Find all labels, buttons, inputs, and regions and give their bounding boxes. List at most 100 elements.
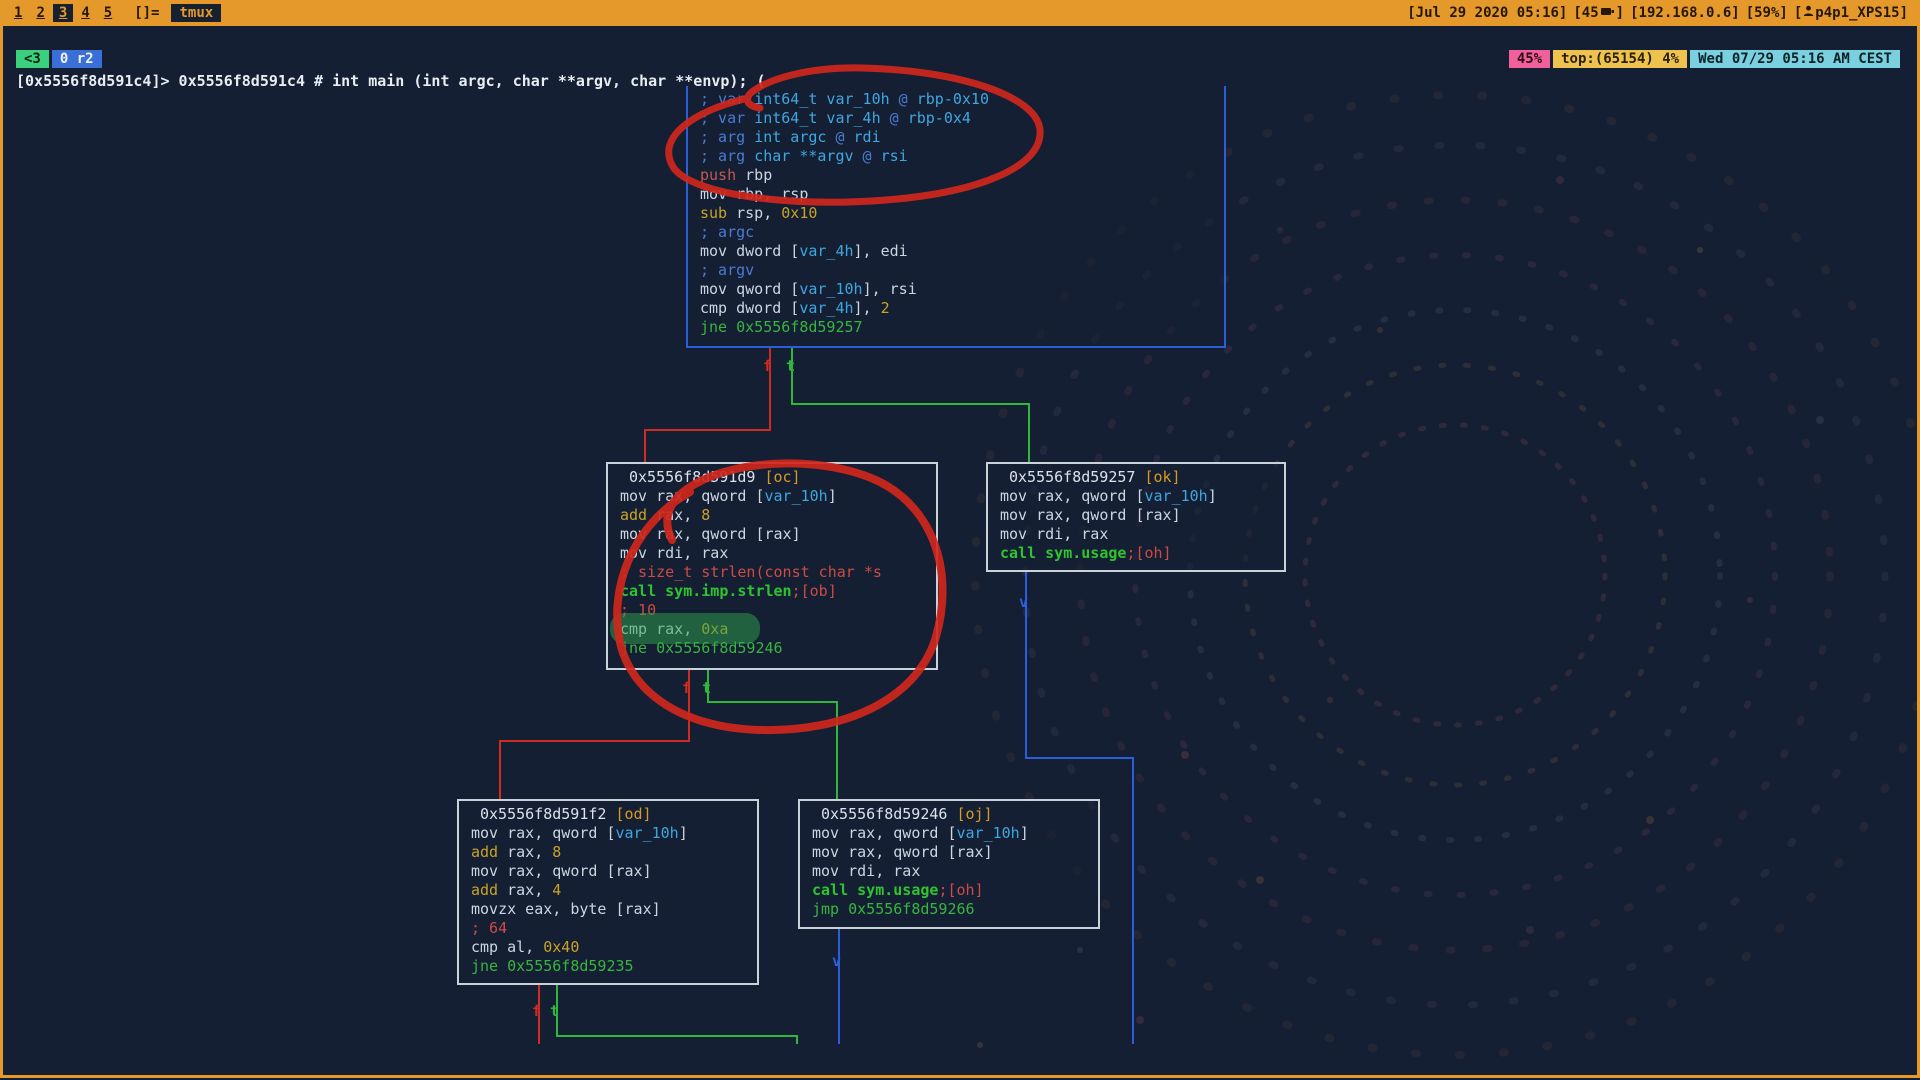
asm-line: mov rdi, rax (1000, 525, 1284, 544)
edge-oc-f (500, 670, 689, 799)
asm-line: mov rdi, rax (620, 544, 936, 563)
asm-line: jmp 0x5556f8d59266 (812, 900, 1098, 919)
tmux-session-name: tmux (171, 4, 221, 22)
asm-line: call sym.usage;[oh] (1000, 544, 1284, 563)
asm-line: jne 0x5556f8d59246 (620, 639, 936, 658)
tmux-layout-indicator: []= (134, 5, 159, 21)
tmux-window-2[interactable]: 2 (30, 4, 50, 22)
tmux-window-3[interactable]: 3 (53, 4, 73, 22)
status-segment: top:(65154) 4% (1553, 50, 1687, 68)
asm-line: ; arg char **argv @ rsi (700, 147, 1224, 166)
status-left: <30 r2 (16, 50, 102, 68)
asm-line: mov rbp, rsp (700, 185, 1224, 204)
wallpaper-pattern (0, 0, 1920, 1080)
asm-line: jne 0x5556f8d59235 (471, 957, 757, 976)
tmux-ip: [192.168.0.6] (1630, 5, 1740, 21)
battery-text: [45 (1573, 5, 1598, 21)
battery-text-close: ] (1616, 5, 1624, 21)
graph-edges: ftftvftv (0, 0, 1920, 1080)
tmux-window-1[interactable]: 1 (8, 4, 28, 22)
asm-line: call sym.imp.strlen;[ob] (620, 582, 936, 601)
status-segment: <3 (16, 50, 49, 68)
edge-od-t (557, 985, 797, 1044)
annotation-layer (0, 0, 1920, 1080)
edge-oc-t (708, 670, 837, 799)
asm-line: ; var int64_t var_4h @ rbp-0x4 (700, 109, 1224, 128)
edge-label-t: t (786, 357, 795, 375)
asm-line: mov rdi, rax (812, 862, 1098, 881)
terminal-border (0, 26, 1920, 1078)
asm-line: mov rax, qword [var_10h] (471, 824, 757, 843)
asm-line: mov rax, qword [rax] (1000, 506, 1284, 525)
asm-line: push rbp (700, 166, 1224, 185)
r2-status-bar: <30 r2 45%top:(65154) 4%Wed 07/29 05:16 … (16, 48, 1900, 70)
block-header: 0x5556f8d59246 [oj] (821, 805, 1098, 824)
status-segment: Wed 07/29 05:16 AM CEST (1690, 50, 1900, 68)
edge-label-t: t (550, 1002, 559, 1020)
edge-label-f: f (532, 1002, 541, 1020)
asm-line: mov rax, qword [var_10h] (620, 487, 936, 506)
tmux-clock: [Jul 29 2020 05:16] (1407, 5, 1567, 21)
asm-line: mov rax, qword [var_10h] (1000, 487, 1284, 506)
block-header: 0x5556f8d591f2 [od] (480, 805, 757, 824)
block-oc: 0x5556f8d591d9 [oc]mov rax, qword [var_1… (606, 462, 938, 670)
edge-label-v: v (1019, 593, 1028, 611)
asm-line: cmp rax, 0xa (620, 620, 936, 639)
tmux-battery: [45 ] (1573, 5, 1624, 21)
asm-line: sub rsp, 0x10 (700, 204, 1224, 223)
block-ok: 0x5556f8d59257 [ok]mov rax, qword [var_1… (986, 462, 1286, 572)
asm-line: mov dword [var_4h], edi (700, 242, 1224, 261)
asm-line: mov qword [var_10h], rsi (700, 280, 1224, 299)
tmux-status-bar: 12345 []= tmux [Jul 29 2020 05:16] [45 ]… (0, 0, 1920, 26)
hostname-text: p4p1_XPS15] (1815, 5, 1908, 21)
asm-line: ; argv (700, 261, 1224, 280)
asm-line: add rax, 8 (620, 506, 936, 525)
asm-line: ; size_t strlen(const char *s (620, 563, 936, 582)
tmux-window-4[interactable]: 4 (75, 4, 95, 22)
r2-command-line: [0x5556f8d591c4]> 0x5556f8d591c4 # int m… (16, 72, 766, 90)
hostname-open: [ (1794, 5, 1802, 21)
edge-ok-v (1026, 572, 1133, 1044)
asm-line: ; argc (700, 223, 1224, 242)
tmux-window-list: 12345 (0, 4, 120, 22)
tmux-window-5[interactable]: 5 (98, 4, 118, 22)
asm-line: ; 64 (471, 919, 757, 938)
edge-label-v: v (832, 952, 841, 970)
green-highlight-annotation (610, 613, 760, 644)
asm-line: cmp al, 0x40 (471, 938, 757, 957)
block-entry: ; var int64_t var_10h @ rbp-0x10; var in… (686, 86, 1226, 348)
asm-line: ; arg int argc @ rdi (700, 128, 1224, 147)
battery-icon (1600, 5, 1615, 21)
tmux-hostname: [ p4p1_XPS15] (1794, 5, 1908, 21)
edge-label-f: f (682, 679, 691, 697)
edge-label-t: t (702, 679, 711, 697)
asm-line: ; var int64_t var_10h @ rbp-0x10 (700, 90, 1224, 109)
asm-line: ; 10 (620, 601, 936, 620)
asm-line: mov rax, qword [rax] (812, 843, 1098, 862)
asm-line: mov rax, qword [var_10h] (812, 824, 1098, 843)
screen: ftftvftv ; var int64_t var_10h @ rbp-0x1… (0, 0, 1920, 1080)
edge-entry-f (645, 348, 770, 462)
status-right: 45%top:(65154) 4%Wed 07/29 05:16 AM CEST (1509, 50, 1900, 68)
block-header: 0x5556f8d59257 [ok] (1009, 468, 1284, 487)
block-oj: 0x5556f8d59246 [oj]mov rax, qword [var_1… (798, 799, 1100, 929)
asm-line: add rax, 4 (471, 881, 757, 900)
asm-line: mov rax, qword [rax] (620, 525, 936, 544)
block-od: 0x5556f8d591f2 [od]mov rax, qword [var_1… (457, 799, 759, 985)
asm-line: movzx eax, byte [rax] (471, 900, 757, 919)
asm-line: mov rax, qword [rax] (471, 862, 757, 881)
status-segment: 0 r2 (52, 50, 102, 68)
tmux-volume: [59%] (1746, 5, 1788, 21)
asm-line: add rax, 8 (471, 843, 757, 862)
graph-blocks: ; var int64_t var_10h @ rbp-0x10; var in… (0, 0, 1920, 1080)
edge-label-f: f (763, 357, 772, 375)
edge-entry-t (792, 348, 1029, 462)
asm-line: call sym.usage;[oh] (812, 881, 1098, 900)
red-circle-annotation-2 (617, 463, 942, 730)
asm-line: cmp dword [var_4h], 2 (700, 299, 1224, 318)
user-icon (1803, 5, 1814, 21)
asm-line: jne 0x5556f8d59257 (700, 318, 1224, 337)
tmux-status-right: [Jul 29 2020 05:16] [45 ] [192.168.0.6] … (1407, 5, 1920, 21)
status-segment: 45% (1509, 50, 1550, 68)
block-header: 0x5556f8d591d9 [oc] (629, 468, 936, 487)
